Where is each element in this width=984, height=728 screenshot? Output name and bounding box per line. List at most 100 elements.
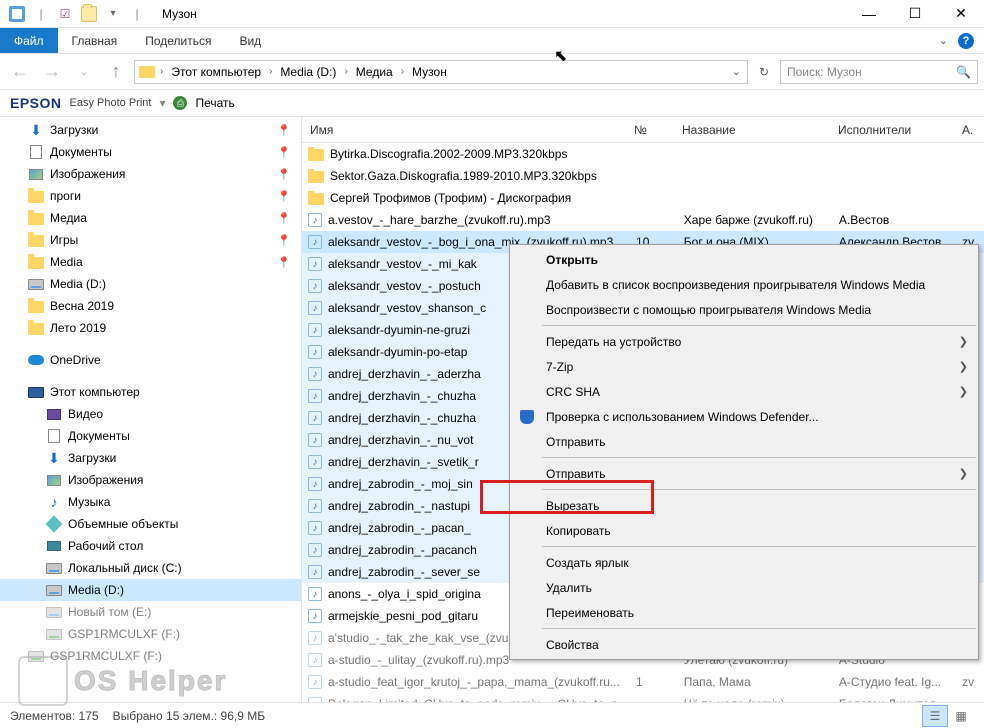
- desktop-icon: [46, 538, 62, 554]
- tree-item[interactable]: Новый том (E:): [0, 601, 301, 623]
- file-name: Сергей Трофимов (Трофим) - Дискография: [330, 191, 571, 205]
- col-name[interactable]: Имя: [302, 123, 626, 137]
- menu-item[interactable]: Передать на устройство❯: [510, 329, 978, 354]
- tree-item[interactable]: GSP1RMCULXF (F:): [0, 645, 301, 667]
- epson-text[interactable]: Easy Photo Print: [70, 97, 152, 109]
- tree-item[interactable]: Весна 2019: [0, 295, 301, 317]
- app-icon[interactable]: [6, 3, 28, 25]
- tree-item[interactable]: Этот компьютер: [0, 381, 301, 403]
- crumb-media-d[interactable]: Media (D:): [277, 65, 339, 79]
- breadcrumb[interactable]: › Этот компьютер › Media (D:) › Медиа › …: [134, 60, 748, 84]
- refresh-button[interactable]: ↻: [752, 60, 776, 84]
- menu-item[interactable]: Удалить: [510, 575, 978, 600]
- col-artist[interactable]: Исполнители: [830, 123, 954, 137]
- file-name: andrej_zabrodin_-_pacan_: [328, 521, 471, 535]
- tree-item[interactable]: Изображения: [0, 469, 301, 491]
- tree-item[interactable]: Документы: [0, 425, 301, 447]
- menu-item[interactable]: Добавить в список воспроизведения проигр…: [510, 272, 978, 297]
- img-icon: [46, 472, 62, 488]
- folder-icon: [28, 188, 44, 204]
- tree-item-label: GSP1RMCULXF (F:): [68, 627, 180, 641]
- tree-item[interactable]: Лето 2019: [0, 317, 301, 339]
- tree-item[interactable]: ⬇Загрузки📍: [0, 119, 301, 141]
- tree-item[interactable]: Изображения📍: [0, 163, 301, 185]
- tree-item[interactable]: Рабочий стол: [0, 535, 301, 557]
- view-details-button[interactable]: ☰: [922, 705, 948, 727]
- up-button[interactable]: ↑: [102, 58, 130, 86]
- print-icon[interactable]: ⎙: [173, 96, 187, 110]
- file-a: zv: [954, 675, 984, 689]
- history-dropdown-icon[interactable]: ⌄: [70, 58, 98, 86]
- qat-check-icon[interactable]: ☑: [54, 3, 76, 25]
- breadcrumb-dropdown-icon[interactable]: ⌄: [732, 65, 747, 78]
- col-a[interactable]: А.: [954, 123, 984, 137]
- menu-item[interactable]: Открыть: [510, 247, 978, 272]
- chevron-right-icon[interactable]: ›: [341, 66, 350, 77]
- menu-item[interactable]: Воспроизвести с помощью проигрывателя Wi…: [510, 297, 978, 322]
- crumb-media[interactable]: Медиа: [353, 65, 396, 79]
- menu-item[interactable]: Свойства: [510, 632, 978, 657]
- tree-item[interactable]: Media📍: [0, 251, 301, 273]
- tree-item[interactable]: Media (D:): [0, 579, 301, 601]
- file-row[interactable]: Bytirka.Discografia.2002-2009.MP3.320kbp…: [302, 143, 984, 165]
- file-row[interactable]: Сергей Трофимов (Трофим) - Дискография: [302, 187, 984, 209]
- file-artist: A-Студио feat. Ig...: [831, 675, 954, 689]
- tree-item[interactable]: Документы📍: [0, 141, 301, 163]
- tree-item-label: Музыка: [68, 495, 110, 509]
- submenu-arrow-icon: ❯: [959, 335, 968, 348]
- crumb-muzon[interactable]: Музон: [409, 65, 450, 79]
- tree-item[interactable]: OneDrive: [0, 349, 301, 371]
- crumb-pc[interactable]: Этот компьютер: [168, 65, 264, 79]
- search-input[interactable]: Поиск: Музон 🔍: [780, 60, 978, 84]
- file-tab[interactable]: Файл: [0, 28, 58, 53]
- menu-item[interactable]: 7-Zip❯: [510, 354, 978, 379]
- view-icons-button[interactable]: ▦: [948, 705, 974, 727]
- forward-button[interactable]: →: [38, 58, 66, 86]
- qat-divider: |: [30, 3, 52, 25]
- folder-icon: [308, 193, 324, 205]
- col-num[interactable]: №: [626, 123, 674, 137]
- back-button[interactable]: ←: [6, 58, 34, 86]
- tree-item[interactable]: проги📍: [0, 185, 301, 207]
- ribbon-expand-icon[interactable]: ⌄: [939, 34, 948, 47]
- chevron-right-icon[interactable]: ›: [398, 66, 407, 77]
- maximize-button[interactable]: ☐: [892, 0, 938, 28]
- tree-item[interactable]: Видео: [0, 403, 301, 425]
- file-row[interactable]: Sektor.Gaza.Diskografia.1989-2010.MP3.32…: [302, 165, 984, 187]
- minimize-button[interactable]: —: [846, 0, 892, 28]
- qat-dropdown-icon[interactable]: ▾: [102, 3, 124, 25]
- drive-icon: [28, 276, 44, 292]
- menu-item[interactable]: Отправить❯: [510, 461, 978, 486]
- menu-item[interactable]: CRC SHA❯: [510, 379, 978, 404]
- tree-item[interactable]: ♪Музыка: [0, 491, 301, 513]
- tree-item[interactable]: ⬇Загрузки: [0, 447, 301, 469]
- print-label[interactable]: Печать: [195, 96, 234, 110]
- tree-item[interactable]: Локальный диск (C:): [0, 557, 301, 579]
- download-icon: ⬇: [46, 450, 62, 466]
- menu-item[interactable]: Вырезать: [510, 493, 978, 518]
- tree-item[interactable]: Объемные объекты: [0, 513, 301, 535]
- chevron-right-icon[interactable]: ›: [266, 66, 275, 77]
- menu-item[interactable]: Проверка с использованием Windows Defend…: [510, 404, 978, 429]
- tab-share[interactable]: Поделиться: [131, 28, 225, 53]
- navigation-pane[interactable]: ⬇Загрузки📍Документы📍Изображения📍проги📍Ме…: [0, 117, 302, 702]
- folder-icon[interactable]: [78, 3, 100, 25]
- tree-item[interactable]: Медиа📍: [0, 207, 301, 229]
- tree-item[interactable]: Игры📍: [0, 229, 301, 251]
- tab-view[interactable]: Вид: [225, 28, 275, 53]
- tab-home[interactable]: Главная: [58, 28, 132, 53]
- mp3-icon: ♪: [308, 675, 322, 689]
- file-row[interactable]: ♪Balagan_Limited_CHyo_te_nado_remix_-_CH…: [302, 693, 984, 702]
- menu-item[interactable]: Создать ярлык: [510, 550, 978, 575]
- file-row[interactable]: ♪a-studio_feat_igor_krutoj_-_papa,_mama_…: [302, 671, 984, 693]
- help-icon[interactable]: ?: [958, 33, 974, 49]
- chevron-right-icon[interactable]: ›: [157, 66, 166, 77]
- menu-item[interactable]: Переименовать: [510, 600, 978, 625]
- col-title[interactable]: Название: [674, 123, 830, 137]
- file-row[interactable]: ♪a.vestov_-_hare_barzhe_(zvukoff.ru).mp3…: [302, 209, 984, 231]
- tree-item[interactable]: GSP1RMCULXF (F:): [0, 623, 301, 645]
- close-button[interactable]: ✕: [938, 0, 984, 28]
- menu-item[interactable]: Копировать: [510, 518, 978, 543]
- menu-item[interactable]: Отправить: [510, 429, 978, 454]
- tree-item[interactable]: Media (D:): [0, 273, 301, 295]
